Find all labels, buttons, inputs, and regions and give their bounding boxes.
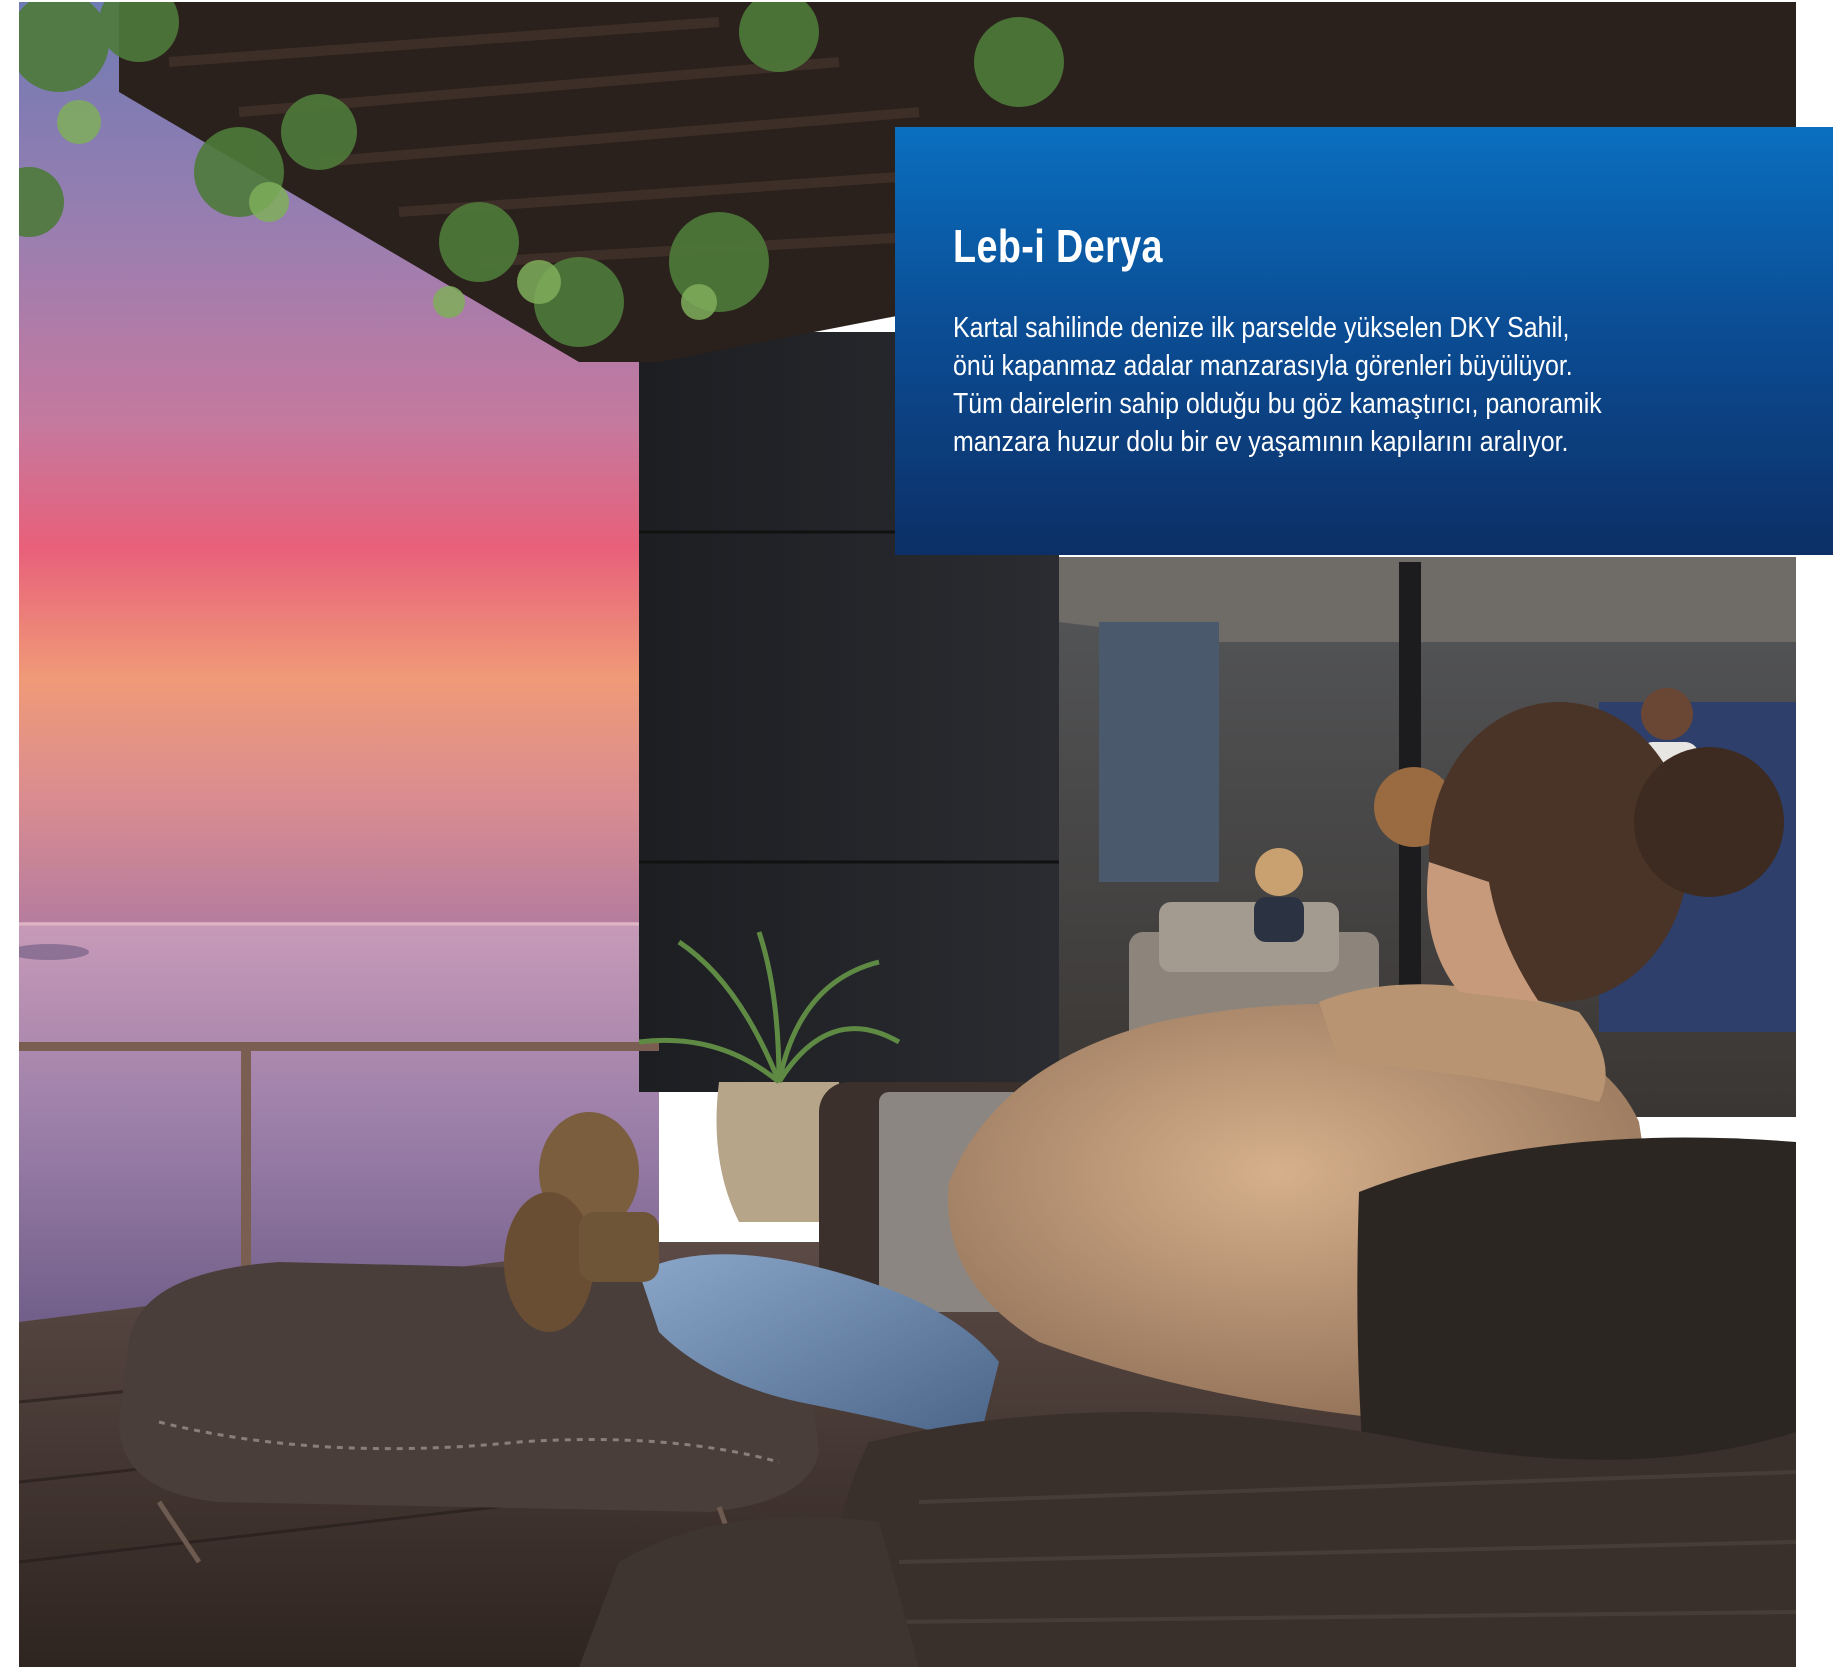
project-title: Leb-i Derya [953, 220, 1163, 272]
description-line: Kartal sahilinde denize ilk parselde yük… [953, 312, 1570, 344]
description-line: manzara huzur dolu bir ev yaşamının kapı… [953, 426, 1569, 458]
description-line: önü kapanmaz adalar manzarasıyla görenle… [953, 350, 1573, 382]
project-info-panel: Leb-i Derya Kartal sahilinde denize ilk … [895, 127, 1833, 555]
brochure-page: Leb-i Derya Kartal sahilinde denize ilk … [0, 0, 1833, 1667]
project-description: Kartal sahilinde denize ilk parselde yük… [953, 309, 1779, 461]
description-line: Tüm dairelerin sahip olduğu bu göz kamaş… [953, 388, 1602, 420]
